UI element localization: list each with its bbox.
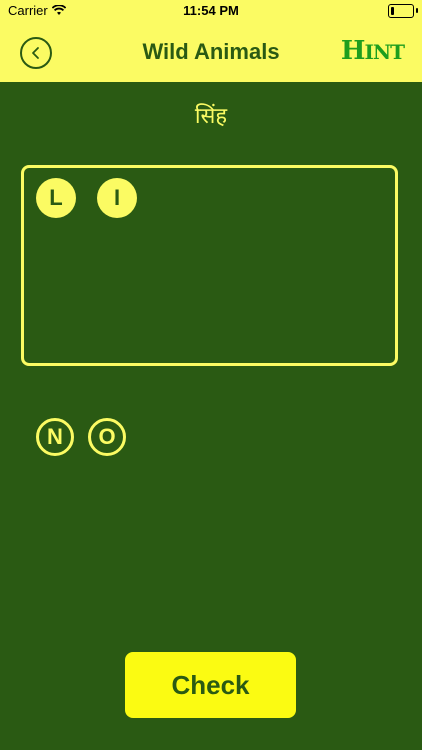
hint-button[interactable]: HINT — [340, 36, 405, 66]
letter-choice[interactable]: N — [36, 418, 74, 456]
check-button[interactable]: Check — [125, 652, 296, 718]
battery-icon — [388, 4, 414, 18]
clue-text: सिंह — [194, 104, 228, 129]
hint-label-rest: INT — [364, 40, 405, 64]
hint-label-initial: H — [340, 36, 366, 66]
answer-box: L I — [21, 165, 398, 366]
clock: 11:54 PM — [183, 3, 239, 18]
nav-bar: Wild Animals HINT — [0, 22, 422, 82]
status-bar: Carrier 11:54 PM — [0, 0, 422, 22]
answer-tile[interactable]: L — [36, 178, 76, 218]
letter-choice[interactable]: O — [88, 418, 126, 456]
answer-tile[interactable]: I — [97, 178, 137, 218]
battery-nub — [416, 8, 418, 13]
